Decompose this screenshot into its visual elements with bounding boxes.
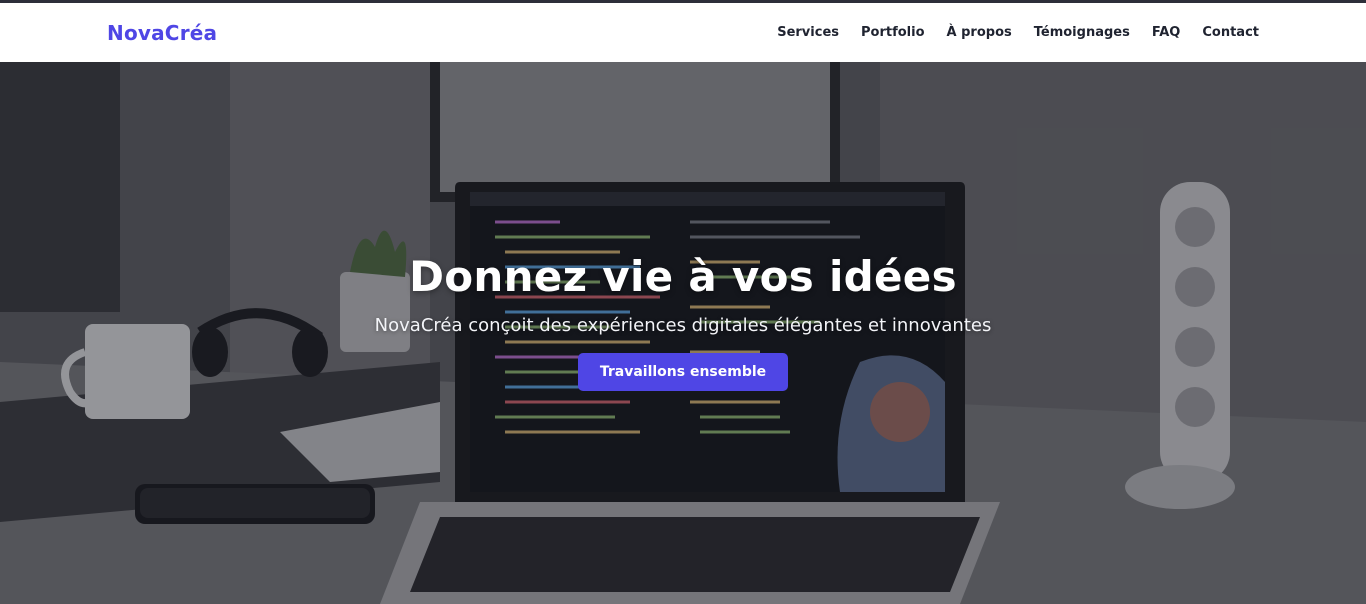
nav-link-services[interactable]: Services — [777, 25, 839, 40]
nav-link-testimonials[interactable]: Témoignages — [1034, 25, 1130, 40]
hero-section: Donnez vie à vos idées NovaCréa conçoit … — [0, 62, 1366, 604]
nav-link-portfolio[interactable]: Portfolio — [861, 25, 925, 40]
main-nav: Services Portfolio À propos Témoignages … — [755, 25, 1259, 40]
nav-link-contact[interactable]: Contact — [1202, 25, 1259, 40]
hero-content: Donnez vie à vos idées NovaCréa conçoit … — [0, 252, 1366, 391]
hero-title: Donnez vie à vos idées — [409, 252, 957, 301]
nav-link-faq[interactable]: FAQ — [1152, 25, 1181, 40]
nav-link-about[interactable]: À propos — [947, 25, 1012, 40]
navbar: NovaCréa Services Portfolio À propos Tém… — [0, 3, 1366, 62]
cta-button[interactable]: Travaillons ensemble — [577, 353, 789, 391]
brand-logo[interactable]: NovaCréa — [107, 21, 217, 45]
hero-subtitle: NovaCréa conçoit des expériences digital… — [374, 315, 992, 336]
